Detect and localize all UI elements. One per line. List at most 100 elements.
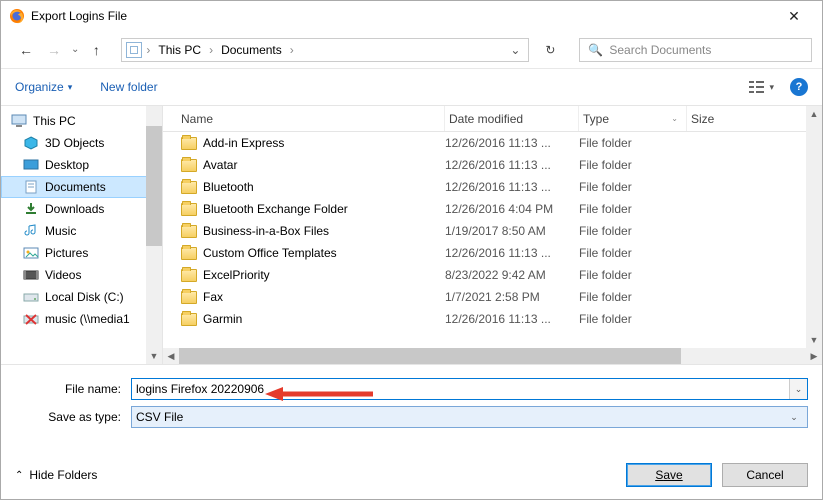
save-type-value: CSV File	[136, 410, 785, 424]
file-name: Custom Office Templates	[203, 246, 337, 260]
vid-icon	[23, 268, 39, 282]
file-name-dropdown[interactable]: ⌄	[789, 379, 807, 399]
col-date[interactable]: Date modified	[445, 106, 579, 131]
breadcrumb-sep: ›	[290, 43, 294, 57]
v-scrollbar-track[interactable]	[806, 106, 822, 348]
nav-scroll-down[interactable]: ▼	[146, 348, 162, 364]
h-scroll-right[interactable]: ▶	[806, 351, 822, 362]
nav-item-desktop[interactable]: Desktop	[1, 154, 147, 176]
col-type[interactable]: Type⌄	[579, 106, 687, 131]
nav-item-music-media1[interactable]: music (\\media1	[1, 308, 147, 330]
view-options-button[interactable]: ▾	[749, 80, 774, 94]
file-row[interactable]: Fax1/7/2021 2:58 PMFile folder	[163, 286, 822, 308]
up-button[interactable]: ↑	[85, 39, 107, 61]
forward-button[interactable]: →	[43, 39, 65, 61]
nav-item-local-disk-c-[interactable]: Local Disk (C:)	[1, 286, 147, 308]
close-button[interactable]: ✕	[774, 8, 814, 25]
save-button[interactable]: Save	[626, 463, 712, 487]
file-date: 12/26/2016 4:04 PM	[445, 202, 579, 216]
col-name-label: Name	[181, 112, 213, 126]
folder-icon	[181, 181, 197, 194]
nav-item-label: Local Disk (C:)	[45, 290, 124, 304]
breadcrumb-sep: ›	[209, 43, 213, 57]
nav-item-music[interactable]: Music	[1, 220, 147, 242]
organize-menu[interactable]: Organize ▾	[15, 80, 72, 94]
new-folder-button[interactable]: New folder	[100, 80, 157, 94]
hide-folders-label: Hide Folders	[29, 468, 97, 482]
search-box[interactable]: 🔍	[579, 38, 812, 62]
breadcrumb-seg-1[interactable]: Documents	[217, 43, 286, 57]
back-button[interactable]: ←	[15, 39, 37, 61]
file-name: Add-in Express	[203, 136, 284, 150]
folder-icon	[181, 203, 197, 216]
nav-item-this-pc[interactable]: This PC	[1, 110, 147, 132]
column-headers: Name Date modified Type⌄ Size	[163, 106, 822, 132]
folder-icon	[181, 269, 197, 282]
file-row[interactable]: Add-in Express12/26/2016 11:13 ...File f…	[163, 132, 822, 154]
cancel-button[interactable]: Cancel	[722, 463, 808, 487]
nav-item-label: Videos	[45, 268, 81, 282]
file-name: Garmin	[203, 312, 242, 326]
file-type: File folder	[579, 202, 687, 216]
folder-icon	[181, 291, 197, 304]
nav-item-label: Music	[45, 224, 76, 238]
v-scroll-down[interactable]: ▼	[806, 332, 822, 348]
pc-icon	[11, 114, 27, 128]
chevron-down-icon: ▾	[68, 82, 73, 93]
nav-item-documents[interactable]: Documents	[1, 176, 147, 198]
col-size[interactable]: Size	[687, 106, 822, 131]
hide-folders-toggle[interactable]: ⌃ Hide Folders	[15, 468, 97, 482]
navigation-pane: This PC3D ObjectsDesktop Documents Downloa…	[1, 106, 163, 364]
command-bar: Organize ▾ New folder ▾ ?	[1, 69, 822, 105]
file-row[interactable]: Garmin12/26/2016 11:13 ...File folder	[163, 308, 822, 330]
nav-item-downloads[interactable]: Downloads	[1, 198, 147, 220]
file-row[interactable]: Bluetooth12/26/2016 11:13 ...File folder	[163, 176, 822, 198]
file-name: ExcelPriority	[203, 268, 270, 282]
file-name: Bluetooth Exchange Folder	[203, 202, 348, 216]
file-row[interactable]: Business-in-a-Box Files1/19/2017 8:50 AM…	[163, 220, 822, 242]
file-row[interactable]: Avatar12/26/2016 11:13 ...File folder	[163, 154, 822, 176]
breadcrumb-sep: ›	[146, 43, 150, 57]
col-date-label: Date modified	[449, 112, 523, 126]
h-scroll-thumb[interactable]	[179, 348, 681, 364]
save-type-dropdown-icon: ⌄	[785, 412, 803, 423]
folder-icon	[181, 313, 197, 326]
file-type: File folder	[579, 246, 687, 260]
nav-item-label: Documents	[45, 180, 106, 194]
nav-scrollbar-thumb[interactable]	[146, 126, 162, 246]
col-name[interactable]: Name	[177, 106, 445, 131]
disk-icon	[23, 290, 39, 304]
nav-item-3d-objects[interactable]: 3D Objects	[1, 132, 147, 154]
address-history-dropdown[interactable]: ⌄	[506, 43, 524, 57]
file-name-input[interactable]	[132, 382, 789, 396]
nav-item-label: music (\\media1	[45, 312, 130, 326]
v-scroll-up[interactable]: ▲	[806, 106, 822, 122]
window-title: Export Logins File	[31, 9, 774, 23]
nav-item-pictures[interactable]: Pictures	[1, 242, 147, 264]
file-row[interactable]: Custom Office Templates12/26/2016 11:13 …	[163, 242, 822, 264]
nav-item-label: Downloads	[45, 202, 104, 216]
nav-item-videos[interactable]: Videos	[1, 264, 147, 286]
breadcrumb-seg-0[interactable]: This PC	[154, 43, 205, 57]
file-name-combo[interactable]: ⌄	[131, 378, 808, 400]
search-input[interactable]	[609, 43, 803, 57]
h-scrollbar[interactable]: ◀ ▶	[163, 348, 822, 364]
sort-indicator-icon: ⌄	[671, 114, 678, 123]
save-type-label: Save as type:	[15, 410, 125, 424]
titlebar: Export Logins File ✕	[1, 1, 822, 31]
file-name: Business-in-a-Box Files	[203, 224, 329, 238]
help-button[interactable]: ?	[790, 78, 808, 96]
file-row[interactable]: Bluetooth Exchange Folder 12/26/2016 4:04…	[163, 198, 822, 220]
address-bar[interactable]: › This PC › Documents › ⌄	[121, 38, 529, 62]
col-size-label: Size	[691, 112, 714, 126]
file-name-label: File name:	[15, 382, 125, 396]
save-type-combo[interactable]: CSV File ⌄	[131, 406, 808, 428]
nav-scrollbar-track[interactable]	[146, 106, 162, 364]
folder-icon	[181, 247, 197, 260]
recent-locations-dropdown[interactable]: ⌄	[71, 44, 79, 55]
doc-icon	[23, 180, 39, 194]
h-scroll-left[interactable]: ◀	[163, 351, 179, 362]
h-scroll-track[interactable]	[179, 348, 806, 364]
file-row[interactable]: ExcelPriority8/23/2022 9:42 AMFile folde…	[163, 264, 822, 286]
refresh-button[interactable]: ↻	[535, 38, 565, 62]
